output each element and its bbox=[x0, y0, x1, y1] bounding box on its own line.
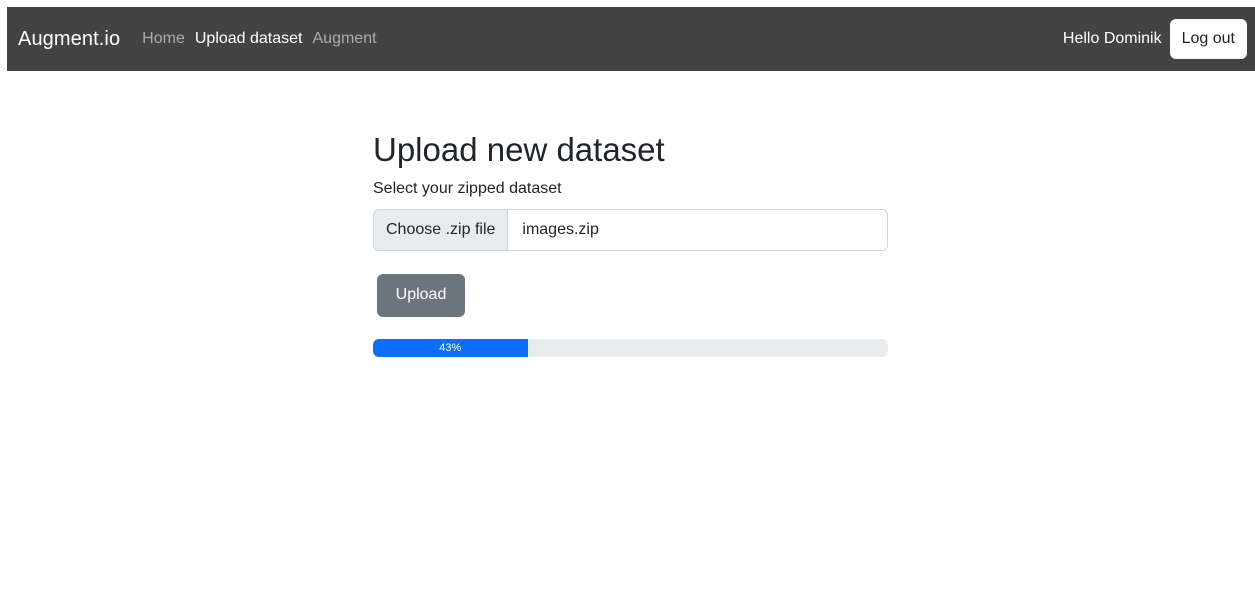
page: Augment.io Home Upload dataset Augment H… bbox=[0, 0, 1255, 589]
nav-link-upload-dataset[interactable]: Upload dataset bbox=[195, 30, 303, 48]
upload-progress-bar: 43% bbox=[373, 338, 528, 357]
brand-logo-link[interactable]: Augment.io bbox=[18, 28, 120, 51]
navbar: Augment.io Home Upload dataset Augment H… bbox=[7, 7, 1255, 71]
nav-link-home[interactable]: Home bbox=[142, 30, 185, 48]
choose-file-button[interactable]: Choose .zip file bbox=[374, 209, 509, 250]
upload-form-section: Upload new dataset Select your zipped da… bbox=[373, 130, 888, 357]
user-area: Hello Dominik Log out bbox=[1063, 19, 1247, 59]
file-input-label: Select your zipped dataset bbox=[373, 179, 562, 197]
upload-progress: 43% bbox=[373, 338, 888, 357]
selected-file-name[interactable]: images.zip bbox=[508, 209, 887, 250]
logout-button[interactable]: Log out bbox=[1169, 19, 1247, 59]
nav-link-augment[interactable]: Augment bbox=[313, 30, 377, 48]
file-input-group: Choose .zip file images.zip bbox=[373, 208, 888, 251]
upload-button[interactable]: Upload bbox=[377, 273, 465, 317]
user-greeting: Hello Dominik bbox=[1062, 30, 1162, 47]
nav-links: Home Upload dataset Augment bbox=[142, 30, 376, 48]
page-title: Upload new dataset bbox=[373, 131, 665, 168]
